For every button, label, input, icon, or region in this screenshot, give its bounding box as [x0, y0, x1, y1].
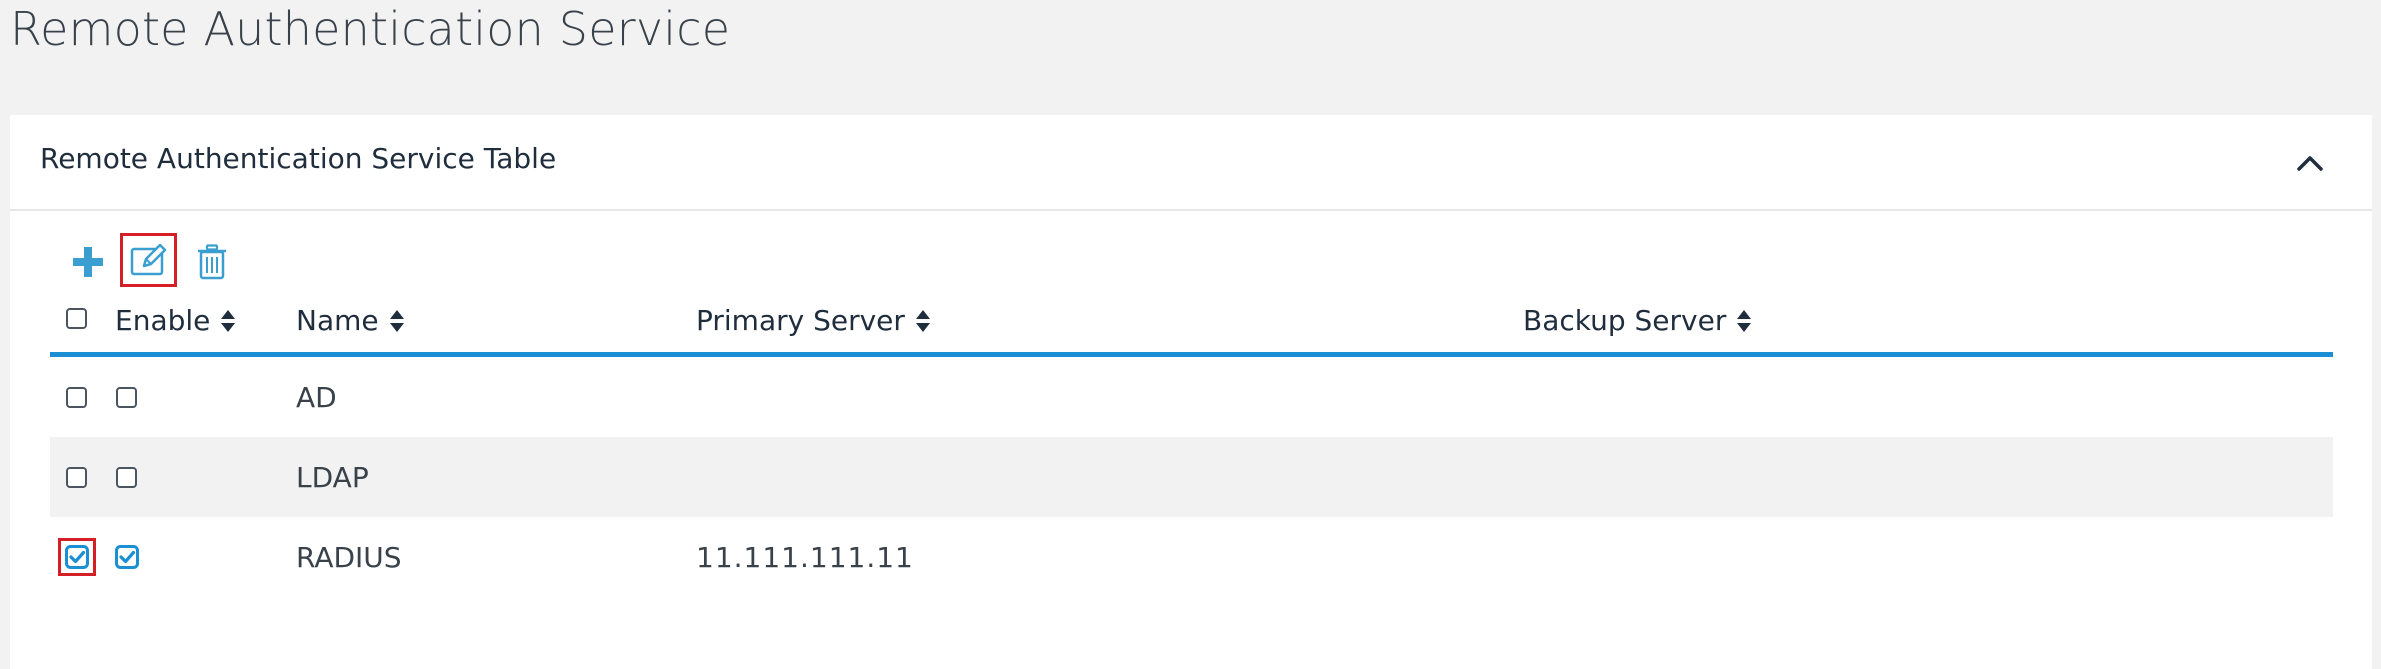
enable-checkbox[interactable]: [116, 386, 137, 408]
row-select-checkbox[interactable]: [66, 466, 87, 488]
row-name: AD: [296, 380, 337, 414]
checkbox-checked-icon: [65, 545, 89, 569]
select-all-cell: [66, 308, 87, 329]
column-header-label: Enable: [115, 304, 211, 337]
column-header-primary-server[interactable]: Primary Server: [696, 304, 931, 337]
chevron-up-icon: [2297, 156, 2323, 171]
auth-service-table: Enable Name Primary Server Backup Server: [50, 290, 2333, 597]
select-all-checkbox[interactable]: [66, 308, 87, 329]
page-title: Remote Authentication Service: [10, 2, 731, 56]
table-row[interactable]: LDAP: [50, 437, 2333, 517]
row-select-cell: [66, 357, 87, 437]
enable-checkbox[interactable]: [116, 466, 137, 488]
column-header-enable[interactable]: Enable: [115, 304, 236, 337]
panel-title: Remote Authentication Service Table: [40, 142, 557, 175]
row-enable-cell: [116, 357, 137, 437]
column-header-label: Name: [296, 304, 379, 337]
column-header-name[interactable]: Name: [296, 304, 405, 337]
column-header-label: Backup Server: [1523, 304, 1727, 337]
table-header: Enable Name Primary Server Backup Server: [50, 290, 2333, 357]
enable-checkbox[interactable]: [115, 545, 139, 569]
row-enable-cell: [116, 437, 137, 517]
collapse-button[interactable]: [2292, 145, 2328, 181]
row-name: LDAP: [296, 460, 369, 494]
row-select-cell: [58, 517, 96, 597]
column-header-label: Primary Server: [696, 304, 905, 337]
row-select-checkbox[interactable]: [65, 545, 89, 569]
trash-icon: [198, 244, 226, 280]
table-row[interactable]: RADIUS 11.111.111.11: [50, 517, 2333, 597]
sort-icon: [1736, 309, 1752, 333]
sort-icon: [915, 309, 931, 333]
add-button[interactable]: [60, 236, 116, 288]
edit-icon: [130, 244, 166, 276]
table-row[interactable]: AD: [50, 357, 2333, 437]
row-select-checkbox[interactable]: [66, 386, 87, 408]
row-enable-cell: [115, 517, 139, 597]
row-primary-server: 11.111.111.11: [696, 540, 914, 574]
checkbox-checked-icon: [115, 545, 139, 569]
edit-button[interactable]: [120, 233, 177, 287]
row-select-highlight: [58, 538, 96, 576]
row-select-cell: [66, 437, 87, 517]
column-header-backup-server[interactable]: Backup Server: [1523, 304, 1752, 337]
sort-icon: [220, 309, 236, 333]
plus-icon: [73, 247, 103, 277]
delete-button[interactable]: [186, 236, 238, 288]
panel-header: Remote Authentication Service Table: [10, 115, 2372, 211]
sort-icon: [389, 309, 405, 333]
row-name: RADIUS: [296, 540, 402, 574]
